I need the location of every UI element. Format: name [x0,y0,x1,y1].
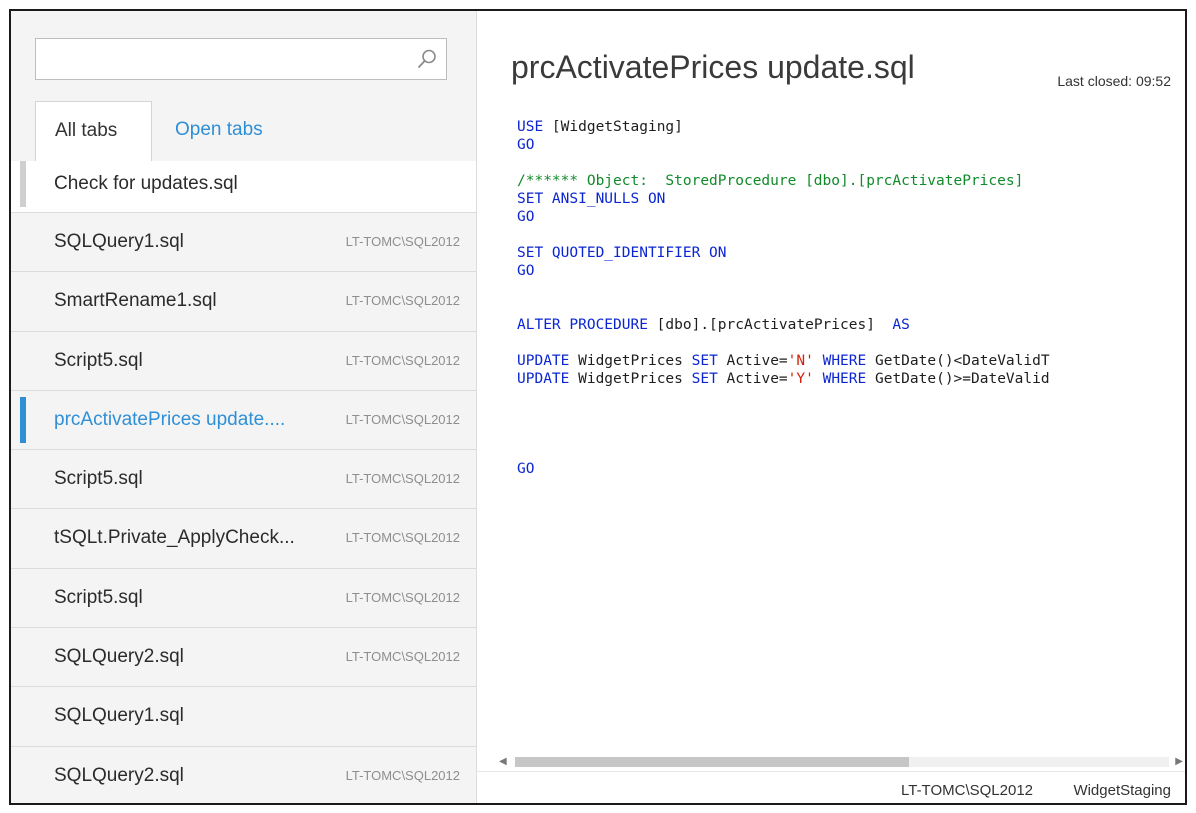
code-keyword: SET [691,353,718,369]
code-keyword: UPDATE [517,353,570,369]
code-line: GO [517,208,1177,226]
item-name: Script5.sql [54,468,143,490]
item-name: SQLQuery1.sql [54,231,184,252]
code-line: UPDATE WidgetPrices SET Active='N' WHERE… [517,352,1177,370]
list-item[interactable]: Check for updates.sql [11,161,476,213]
code-text: WidgetPrices [569,371,692,387]
code-keyword: WHERE [822,353,867,369]
code-keyword: GO [517,263,535,279]
code-line: /****** Object: StoredProcedure [dbo].[p… [517,172,1177,190]
list-item[interactable]: SQLQuery1.sql [11,687,476,747]
item-name: Script5.sql [54,349,143,371]
item-name: SQLQuery2.sql [54,764,184,786]
code-line: SET ANSI_NULLS ON [517,190,1177,208]
list-item[interactable]: Script5.sql LT-TOMC\SQL2012 [11,450,476,510]
code-keyword: WHERE [822,371,867,387]
item-name: SQLQuery2.sql [54,646,184,668]
code-string: 'N' [787,353,814,369]
item-name: prcActivatePrices update.... [54,408,286,430]
scroll-left-icon[interactable]: ◀ [499,756,507,767]
list-item[interactable]: tSQLt.Private_ApplyCheck... LT-TOMC\SQL2… [11,509,476,569]
horizontal-scrollbar[interactable]: ◀ ▶ [499,755,1183,769]
code-comment: /****** Object: StoredProcedure [dbo].[p… [517,173,1024,189]
code-keyword: SET [691,371,718,387]
code-keyword: USE [517,119,544,135]
code-text: [WidgetStaging] [543,119,683,135]
status-server: LT-TOMC\SQL2012 [901,782,1033,799]
item-server: LT-TOMC\SQL2012 [345,234,460,249]
item-name: Check for updates.sql [54,173,238,194]
code-preview[interactable]: USE [WidgetStaging] GO /****** Object: S… [517,118,1177,748]
scroll-thumb[interactable] [515,757,909,767]
list-item[interactable]: SQLQuery1.sql LT-TOMC\SQL2012 [11,213,476,273]
code-line: UPDATE WidgetPrices SET Active='Y' WHERE… [517,370,1177,388]
item-server: LT-TOMC\SQL2012 [345,293,460,309]
code-text: Active= [717,371,788,387]
item-server: LT-TOMC\SQL2012 [345,530,460,546]
document-title: prcActivatePrices update.sql [511,49,915,85]
code-keyword: UPDATE [517,371,570,387]
list-item[interactable]: SmartRename1.sql LT-TOMC\SQL2012 [11,272,476,332]
item-server: LT-TOMC\SQL2012 [345,352,460,368]
last-closed-label: Last closed: 09:52 [1057,73,1171,89]
code-line: GO [517,460,1177,478]
item-server: LT-TOMC\SQL2012 [345,471,460,487]
code-keyword: GO [517,461,535,477]
list-item[interactable]: Script5.sql LT-TOMC\SQL2012 [11,569,476,629]
item-server: LT-TOMC\SQL2012 [345,649,460,665]
code-text: [dbo].[prcActivatePrices] [647,317,893,333]
list-item[interactable]: Script5.sql LT-TOMC\SQL2012 [11,332,476,391]
code-keyword: GO [517,137,535,153]
list-item[interactable]: SQLQuery2.sql LT-TOMC\SQL2012 [11,747,476,803]
status-database: WidgetStaging [1073,782,1171,799]
code-text: GetDate()>=DateValid [866,371,1050,387]
code-keyword: SET QUOTED_IDENTIFIER ON [517,245,727,261]
code-line: GO [517,136,1177,154]
search-box[interactable] [35,38,447,80]
status-bar: LT-TOMC\SQL2012 WidgetStaging [477,771,1185,803]
code-keyword: ALTER PROCEDURE [517,317,648,333]
item-server: LT-TOMC\SQL2012 [345,767,460,783]
search-icon[interactable] [416,48,438,70]
code-text: Active= [717,353,788,369]
item-name: tSQLt.Private_ApplyCheck... [54,527,295,549]
code-string: 'Y' [787,371,814,387]
item-server: LT-TOMC\SQL2012 [345,589,460,605]
scroll-right-icon[interactable]: ▶ [1175,756,1183,767]
code-line: SET QUOTED_IDENTIFIER ON [517,244,1177,262]
list-item-selected[interactable]: prcActivatePrices update.... LT-TOMC\SQL… [11,391,476,451]
code-line: GO [517,262,1177,280]
window: All tabs Open tabs Check for updates.sql… [9,9,1187,805]
tab-open-tabs[interactable]: Open tabs [156,101,282,161]
scroll-track[interactable] [515,757,1169,767]
code-keyword: AS [892,317,910,333]
item-server: LT-TOMC\SQL2012 [345,411,460,427]
code-text: GetDate()<DateValidT [866,353,1050,369]
code-text: WidgetPrices [569,353,692,369]
code-line: USE [WidgetStaging] [517,118,1177,136]
tab-all-tabs[interactable]: All tabs [35,101,152,161]
item-name: Script5.sql [54,586,143,608]
tab-history-panel: All tabs Open tabs Check for updates.sql… [11,11,477,803]
tab-list: Check for updates.sql SQLQuery1.sql LT-T… [11,161,476,803]
code-line: ALTER PROCEDURE [dbo].[prcActivatePrices… [517,316,1177,334]
code-keyword: GO [517,209,535,225]
tab-strip: All tabs Open tabs [35,101,455,161]
preview-panel: prcActivatePrices update.sql Last closed… [477,11,1185,803]
item-name: SmartRename1.sql [54,290,217,312]
list-item[interactable]: SQLQuery2.sql LT-TOMC\SQL2012 [11,628,476,688]
item-name: SQLQuery1.sql [54,705,184,727]
search-input[interactable] [36,39,406,79]
code-keyword: SET ANSI_NULLS ON [517,191,666,207]
